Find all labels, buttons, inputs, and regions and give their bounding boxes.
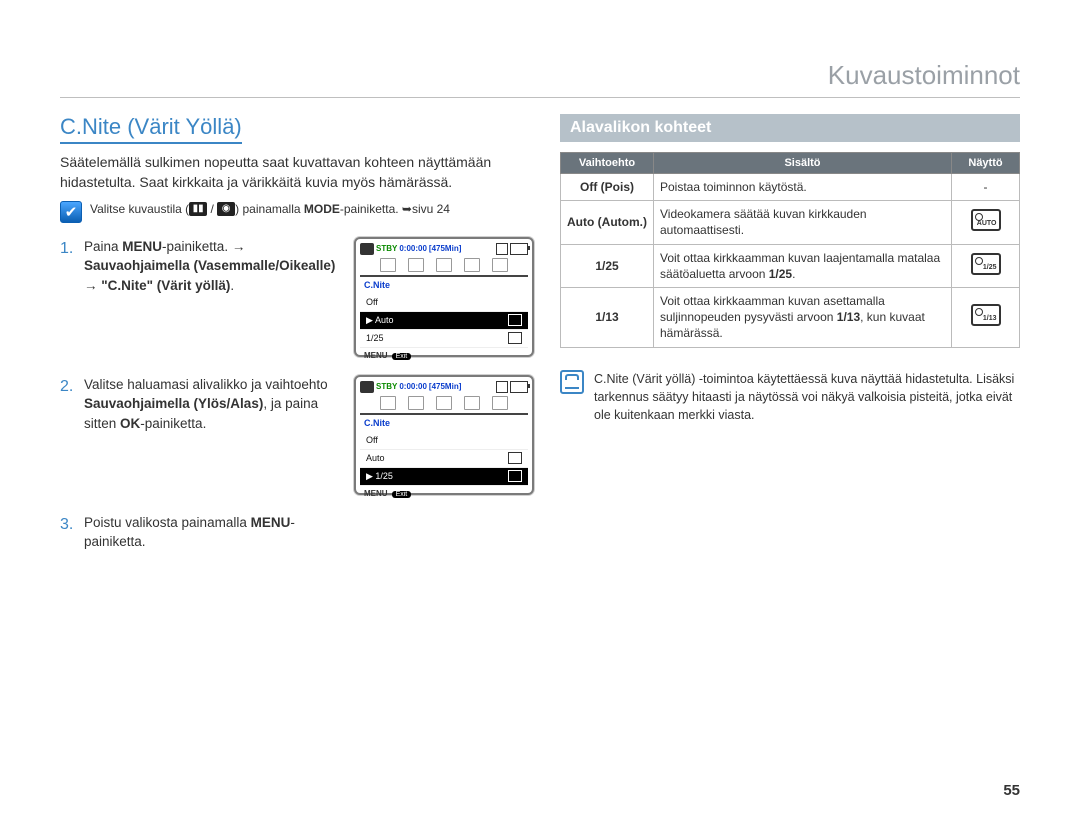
mode-note-text: Valitse kuvaustila (▮▮ / ◉) painamalla M… xyxy=(90,201,450,218)
mode-note: ✔ Valitse kuvaustila (▮▮ / ◉) painamalla… xyxy=(60,201,520,223)
page-number: 55 xyxy=(1003,782,1020,799)
chapter-title: Kuvaustoiminnot xyxy=(60,60,1020,98)
col-display: Näyttö xyxy=(952,153,1020,174)
submenu-heading: Alavalikon kohteet xyxy=(560,114,1020,142)
camera-icon xyxy=(360,243,374,255)
lcd-preview-1: STBY 0:00:00 [475Min] C.Nite Off xyxy=(354,237,534,357)
steps-list: Paina MENU-painiketta. → Sauvaohjaimella… xyxy=(60,237,520,552)
section-title: C.Nite (Värit Yöllä) xyxy=(60,114,242,144)
check-icon: ✔ xyxy=(60,201,82,223)
lead-paragraph: Säätelemällä sulkimen nopeutta saat kuva… xyxy=(60,152,520,193)
info-text: C.Nite (Värit yöllä) -toimintoa käytettä… xyxy=(594,370,1020,424)
video-mode-icon: ▮▮ xyxy=(189,202,207,216)
storage-icon xyxy=(496,243,508,255)
table-row: Off (Pois) Poistaa toiminnon käytöstä. - xyxy=(561,174,1020,201)
lcd-preview-2: STBY 0:00:00 [475Min] C.Nite Off xyxy=(354,375,534,495)
step-2: Valitse haluamasi alivalikko ja vaihtoeh… xyxy=(84,375,344,434)
col-option: Vaihtoehto xyxy=(561,153,654,174)
step-1: Paina MENU-painiketta. → Sauvaohjaimella… xyxy=(84,237,344,296)
display-icon-auto: AUTO xyxy=(971,209,1001,231)
col-content: Sisältö xyxy=(654,153,952,174)
battery-icon xyxy=(510,243,528,255)
storage-icon xyxy=(496,381,508,393)
right-column: Alavalikon kohteet Vaihtoehto Sisältö Nä… xyxy=(560,114,1020,570)
display-icon-125: 1/25 xyxy=(971,253,1001,275)
display-icon-113: 1/13 xyxy=(971,304,1001,326)
step-3: Poistu valikosta painamalla MENU-painike… xyxy=(84,513,344,552)
note-icon xyxy=(560,370,584,394)
info-note: C.Nite (Värit yöllä) -toimintoa käytettä… xyxy=(560,370,1020,424)
table-row: 1/25 Voit ottaa kirkkaamman kuvan laajen… xyxy=(561,244,1020,287)
left-column: C.Nite (Värit Yöllä) Säätelemällä sulkim… xyxy=(60,114,520,570)
table-row: 1/13 Voit ottaa kirkkaamman kuvan asetta… xyxy=(561,287,1020,347)
options-table: Vaihtoehto Sisältö Näyttö Off (Pois) Poi… xyxy=(560,152,1020,348)
photo-mode-icon: ◉ xyxy=(217,202,235,216)
battery-icon xyxy=(510,381,528,393)
table-row: Auto (Autom.) Videokamera säätää kuvan k… xyxy=(561,201,1020,244)
camera-icon xyxy=(360,381,374,393)
